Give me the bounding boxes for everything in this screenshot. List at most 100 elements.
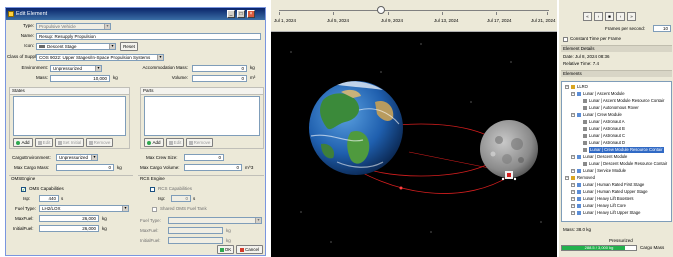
tree-item[interactable]: − Lunar | Service Module [562, 168, 671, 174]
element-icon [583, 127, 587, 131]
max-cargo-mass-field[interactable]: 0 [56, 164, 114, 171]
parts-remove-button[interactable]: Remove [186, 138, 213, 147]
rcs-isp-label: Isp: [158, 196, 166, 201]
tree-expander-icon[interactable]: − [571, 169, 575, 173]
cargo-environment-select[interactable]: Unpressurized ▼ [56, 154, 98, 161]
timeline-track[interactable] [279, 10, 549, 11]
oms-isp-field[interactable]: 440 [39, 195, 59, 202]
ok-button[interactable]: OK [217, 245, 234, 254]
oms-fuel-type-value: LH2/LOX [42, 206, 61, 211]
max-crew-size-label: Max Crew Size: [146, 155, 178, 160]
name-label: Name: [20, 33, 34, 38]
tree-expander-icon[interactable]: − [571, 113, 575, 117]
stop-button[interactable]: ■ [605, 12, 614, 21]
cancel-button[interactable]: Cancel [236, 245, 263, 254]
accommodation-mass-field[interactable]: 0 [192, 65, 247, 72]
oms-max-fuel-field[interactable]: 26,000 [39, 215, 99, 222]
tree-expander-icon[interactable]: − [571, 190, 575, 194]
tree-expander-icon[interactable]: − [565, 176, 569, 180]
constant-time-checkbox[interactable] [563, 37, 568, 42]
tree-item[interactable]: Lunar | Crew Module Resource Contair [562, 147, 671, 153]
tree-item[interactable]: Lunar | Astronaut A [562, 119, 671, 125]
tree-item[interactable]: − Lunar | Heavy Lift Upper Stage [562, 210, 671, 216]
rcs-max-fuel-field[interactable] [168, 227, 223, 234]
tree-expander-icon[interactable]: − [571, 197, 575, 201]
tree-expander-icon[interactable]: − [571, 155, 575, 159]
tree-expander-icon[interactable]: − [571, 92, 575, 96]
tree-expander-icon[interactable]: − [565, 85, 569, 89]
rcs-capabilities-checkbox[interactable] [150, 187, 155, 192]
states-list[interactable] [13, 96, 126, 136]
timeline-slider[interactable]: Jul 1, 2024 Jul 5, 2024 Jul 9, 2024 Jul … [271, 0, 557, 32]
tree-expander-icon[interactable]: − [571, 204, 575, 208]
states-edit-button[interactable]: Edit [35, 138, 53, 147]
elements-tree[interactable]: − LLRO − Lunar | Ascent Module Lunar | Ascen… [561, 81, 672, 222]
element-icon [577, 169, 581, 173]
space-scene [290, 43, 542, 243]
rcs-initial-fuel-field[interactable] [168, 237, 223, 244]
frames-per-second-field[interactable]: 10 [653, 25, 671, 32]
tree-item[interactable]: Lunar | Descent Module Resource Contair [562, 161, 671, 167]
type-select[interactable]: Propulsive Vehicle ▼ [36, 23, 111, 30]
vehicle-marker[interactable] [399, 186, 403, 190]
tree-item[interactable]: − LLRO [562, 84, 671, 90]
parts-edit-button[interactable]: Edit [166, 138, 184, 147]
tree-item[interactable]: − Lunar | Ascent Module [562, 91, 671, 97]
tree-expander-icon[interactable]: − [571, 183, 575, 187]
maximize-button[interactable]: □ [237, 10, 245, 18]
skip-to-end-button[interactable]: » [627, 12, 636, 21]
tree-item[interactable]: Lunar | Ascent Module Resource Contair [562, 98, 671, 104]
chevron-down-icon: ▼ [122, 206, 128, 211]
tree-item[interactable]: Lunar | Astronaut B [562, 126, 671, 132]
tree-item[interactable]: − Lunar | Heavy Lift Boosters [562, 196, 671, 202]
max-crew-size-field[interactable]: 0 [184, 154, 224, 161]
max-cargo-volume-field[interactable]: 0 [184, 164, 242, 171]
chevron-down-icon: ▼ [109, 44, 115, 49]
reset-button[interactable]: Reset [120, 42, 138, 51]
tree-item-label: Lunar | Heavy Lift Upper Stage [583, 210, 641, 215]
class-of-supply-select[interactable]: COS 9022: Upper Stages/In-Space Propulsi… [36, 54, 164, 61]
timeline-thumb[interactable] [377, 6, 385, 14]
mass-field[interactable]: 10,000 [50, 75, 110, 82]
shared-fuel-tank-checkbox[interactable] [152, 207, 157, 212]
tree-item[interactable]: Lunar | Astronaut D [562, 140, 671, 146]
oms-fuel-type-select[interactable]: LH2/LOX ▼ [39, 205, 129, 212]
minimize-button[interactable]: _ [227, 10, 235, 18]
tree-item[interactable]: Lunar | Astronaut C [562, 133, 671, 139]
states-add-button[interactable]: Add [13, 138, 33, 147]
parts-list[interactable] [144, 96, 260, 136]
oms-capabilities-checkbox[interactable]: ✓ [21, 187, 26, 192]
mass-label: Mass: [35, 75, 48, 80]
set-initial-button[interactable]: Set Initial [55, 138, 84, 147]
tree-item[interactable]: Lunar | Autonomous Rover [562, 105, 671, 111]
icon-label: Icon: [24, 43, 34, 48]
cargo-mass-label: Cargo Mass [640, 245, 665, 250]
visualization-view[interactable]: Jul 1, 2024 Jul 5, 2024 Jul 9, 2024 Jul … [271, 0, 557, 257]
oms-initial-fuel-label: InitialFuel: [13, 226, 34, 231]
current-date: Date: Jul 8, 2024 08:36 [563, 54, 610, 59]
volume-field[interactable]: 0 [192, 75, 247, 82]
rcs-initial-fuel-unit: kg [226, 238, 231, 243]
chevron-down-icon: ▼ [104, 24, 110, 29]
rcs-fuel-type-select[interactable]: ▼ [168, 217, 262, 224]
tree-item[interactable]: − Lunar | Descent Module [562, 154, 671, 160]
tree-expander-icon[interactable]: − [571, 211, 575, 215]
skip-to-start-button[interactable]: « [583, 12, 592, 21]
tree-item[interactable]: − Lunar | Human Rated First Stage [562, 182, 671, 188]
tree-item[interactable]: − Removed [562, 175, 671, 181]
close-button[interactable]: × [247, 10, 255, 18]
icon-select[interactable]: Descent Stage ▼ [36, 43, 116, 50]
element-icon [583, 120, 587, 124]
oms-initial-fuel-field[interactable]: 26,000 [39, 225, 99, 232]
tree-item[interactable]: − Lunar | Human Rated Upper Stage [562, 189, 671, 195]
tree-item[interactable]: − Lunar | Crew Module [562, 112, 671, 118]
step-forward-button[interactable]: › [616, 12, 625, 21]
environment-select[interactable]: Unpressurized ▼ [50, 65, 102, 72]
rcs-isp-field[interactable]: 0 [171, 195, 191, 202]
step-back-button[interactable]: ‹ [594, 12, 603, 21]
tree-item[interactable]: − Lunar | Heavy Lift Core [562, 203, 671, 209]
states-remove-button[interactable]: Remove [86, 138, 113, 147]
name-field[interactable]: Resup: Resupply Propulsion [36, 33, 261, 40]
parts-add-button[interactable]: Add [144, 138, 164, 147]
timeline-tick [279, 12, 280, 15]
